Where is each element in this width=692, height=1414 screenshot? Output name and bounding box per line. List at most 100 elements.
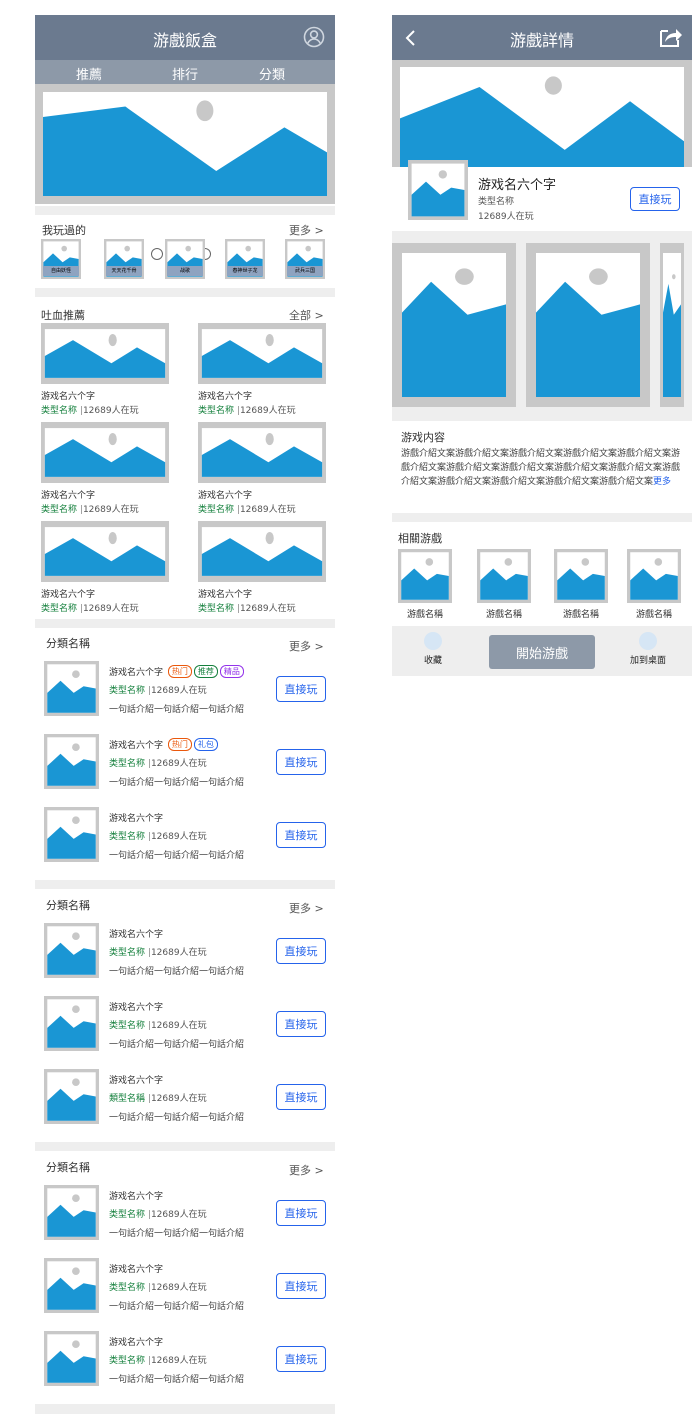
game-row[interactable]: 游戏名六个字 類型名稱 |12689人在玩 一句話介紹一句話介紹一句話介紹 直接…	[35, 1069, 335, 1129]
related-game[interactable]: 游戲名稱	[627, 549, 681, 620]
game-description: 一句話介紹一句話介紹一句話介紹	[109, 1040, 245, 1050]
game-name: 游戏名六个字	[109, 741, 164, 751]
game-icon	[408, 160, 468, 220]
screenshot-strip[interactable]	[392, 231, 692, 421]
play-now-button[interactable]: 直接玩	[276, 676, 326, 702]
tab-recommend[interactable]: 推薦	[59, 64, 119, 87]
game-type: 类型名称	[478, 197, 515, 207]
carousel-dot[interactable]	[151, 248, 163, 260]
play-now-button[interactable]: 直接玩	[276, 938, 326, 964]
home-tabs: 推薦 排行 分類	[35, 60, 335, 87]
played-game-tile[interactable]: 武兵三国	[285, 239, 325, 279]
screenshot-2[interactable]	[526, 243, 650, 407]
banner-carousel[interactable]	[35, 84, 335, 260]
game-description: 一句話介紹一句話介紹一句話介紹	[109, 967, 245, 977]
game-meta: 类型名称 |12689人在玩	[109, 1280, 207, 1293]
detail-title: 游戲詳情	[509, 31, 574, 50]
game-meta: 类型名称 |12689人在玩	[109, 1207, 207, 1220]
game-name: 游戏名六个字	[478, 178, 557, 193]
screenshot-3[interactable]	[660, 243, 684, 407]
game-name: 游戏名六个字	[198, 491, 253, 501]
player-count: 12689人在玩	[150, 948, 207, 958]
play-now-button[interactable]: 直接玩	[276, 1346, 326, 1372]
game-name: 游戏名六个字	[41, 392, 96, 402]
played-game-tile[interactable]: 战歌	[165, 239, 205, 279]
game-meta: 类型名称 |12689人在玩	[109, 1018, 207, 1031]
game-row[interactable]: 游戏名六个字 类型名称 |12689人在玩 一句話介紹一句話介紹一句話介紹 直接…	[35, 1185, 335, 1245]
hero-banner	[392, 60, 692, 167]
game-thumbnail	[44, 1185, 99, 1240]
player-count: 12689人在玩	[150, 1094, 207, 1104]
category-more-link[interactable]: 更多 >	[289, 638, 324, 654]
image-placeholder-icon	[44, 661, 99, 716]
favorite-button[interactable]: 收藏	[403, 632, 463, 666]
image-placeholder-icon	[44, 996, 99, 1051]
played-game-tile[interactable]: 天天花千骨	[104, 239, 144, 279]
category-title: 分類名稱	[46, 899, 90, 912]
start-game-button[interactable]: 開始游戲	[489, 635, 595, 669]
add-to-desktop-button[interactable]: 加到桌面	[618, 632, 678, 666]
game-row[interactable]: 游戏名六个字 类型名称 |12689人在玩 一句話介紹一句話介紹一句話介紹 直接…	[35, 996, 335, 1056]
game-name: 游戏名六个字	[109, 1192, 164, 1202]
play-now-button[interactable]: 直接玩	[276, 1273, 326, 1299]
play-now-button[interactable]: 直接玩	[276, 1200, 326, 1226]
recommend-card[interactable]: 游戏名六个字 类型名称 |12689人在玩	[198, 323, 326, 416]
play-now-button[interactable]: 直接玩	[276, 749, 326, 775]
add-to-desktop-label: 加到桌面	[629, 656, 666, 666]
image-placeholder-icon	[44, 734, 99, 789]
player-count: 12689人在玩	[82, 505, 139, 515]
game-type: 类型名称	[198, 406, 235, 416]
game-row[interactable]: 游戏名六个字 类型名称 |12689人在玩 一句話介紹一句話介紹一句話介紹 直接…	[35, 923, 335, 983]
tab-category[interactable]: 分類	[242, 64, 302, 83]
tab-ranking[interactable]: 排行	[155, 64, 215, 83]
recommend-card[interactable]: 游戏名六个字 类型名称 |12689人在玩	[41, 521, 169, 614]
game-meta: 类型名称 |12689人在玩	[198, 502, 296, 515]
related-game[interactable]: 游戲名稱	[477, 549, 531, 620]
game-meta: 类型名称 |12689人在玩	[41, 502, 139, 515]
recommend-all-link[interactable]: 全部 >	[289, 307, 324, 323]
played-more-link[interactable]: 更多 >	[289, 222, 324, 238]
related-game[interactable]: 游戲名稱	[398, 549, 452, 620]
game-meta: 类型名称 |12689人在玩	[109, 756, 207, 769]
game-row[interactable]: 游戏名六个字 类型名称 |12689人在玩 一句話介紹一句話介紹一句話介紹 直接…	[35, 807, 335, 867]
player-count: 12689人在玩	[82, 406, 139, 416]
recommend-card[interactable]: 游戏名六个字 类型名称 |12689人在玩	[198, 521, 326, 614]
hero-image	[400, 67, 684, 167]
image-placeholder-icon	[44, 1185, 99, 1240]
play-now-button[interactable]: 直接玩	[276, 822, 326, 848]
related-game[interactable]: 游戲名稱	[554, 549, 608, 620]
game-name: 游戏名六个字	[109, 930, 164, 940]
game-type: 类型名称	[109, 948, 146, 958]
category-more-link[interactable]: 更多 >	[289, 900, 324, 916]
played-game-tile[interactable]: 自由妖怪	[41, 239, 81, 279]
share-icon[interactable]	[658, 25, 684, 49]
recommend-card[interactable]: 游戏名六个字 类型名称 |12689人在玩	[41, 323, 169, 416]
played-game-tile[interactable]: 春神世子龙	[225, 239, 265, 279]
recommend-card[interactable]: 游戏名六个字 类型名称 |12689人在玩	[41, 422, 169, 515]
favorite-label: 收藏	[423, 656, 442, 666]
badge-hot: 热门	[167, 738, 192, 751]
content-more-link[interactable]: 更多	[653, 477, 671, 487]
recommend-card[interactable]: 游戏名六个字 类型名称 |12689人在玩	[198, 422, 326, 515]
section-divider	[35, 1142, 335, 1151]
game-type: 类型名称	[109, 686, 146, 696]
user-circle-icon[interactable]	[303, 26, 325, 48]
play-now-button[interactable]: 直接玩	[630, 187, 680, 211]
played-section-title: 我玩過的	[42, 224, 86, 237]
play-now-button[interactable]: 直接玩	[276, 1011, 326, 1037]
category-more-link[interactable]: 更多 >	[289, 1162, 324, 1178]
played-game-name: 自由妖怪	[43, 266, 79, 276]
image-placeholder-icon	[41, 323, 169, 384]
player-count: 12689人在玩	[150, 1283, 207, 1293]
game-row[interactable]: 游戏名六个字 类型名称 |12689人在玩 一句話介紹一句話介紹一句話介紹 直接…	[35, 1258, 335, 1318]
screenshot-1[interactable]	[392, 243, 516, 407]
game-name: 游戏名六个字	[109, 1076, 164, 1086]
home-header: 游戲飯盒	[35, 15, 335, 60]
favorite-icon	[424, 632, 442, 650]
game-row[interactable]: 游戏名六个字 类型名称 |12689人在玩 一句話介紹一句話介紹一句話介紹 直接…	[35, 1331, 335, 1391]
game-row[interactable]: 游戏名六个字 热门 礼包 类型名称 |12689人在玩 一句話介紹一句話介紹一句話…	[35, 734, 335, 794]
game-row[interactable]: 游戏名六个字 热门 推荐 精品 类型名称 |12689人在玩 一句話介紹一句話介紹一…	[35, 661, 335, 721]
player-count: 12689人在玩	[150, 1356, 207, 1366]
play-now-button[interactable]: 直接玩	[276, 1084, 326, 1110]
player-count: 12689人在玩	[478, 212, 534, 222]
